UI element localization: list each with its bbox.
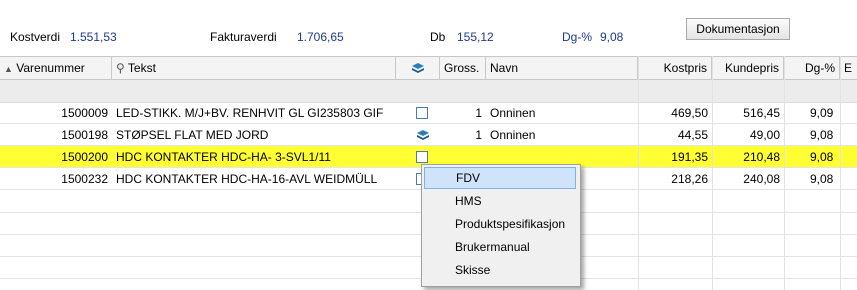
col-kostpris[interactable]: Kostpris xyxy=(638,57,712,79)
dokumentasjon-button[interactable]: Dokumentasjon xyxy=(686,18,790,40)
cell-tekst: STØPSEL FLAT MED JORD xyxy=(116,128,269,142)
db-value: 155,12 xyxy=(457,30,494,44)
cell-kostpris: 469,50 xyxy=(671,106,708,120)
col-doc[interactable] xyxy=(396,57,440,79)
col-varenummer[interactable]: ▲ Varenummer xyxy=(0,57,112,79)
kostverdi-label: Kostverdi xyxy=(10,30,61,44)
col-kundepris[interactable]: Kundepris xyxy=(712,57,784,79)
fakturaverdi-label: Fakturaverdi xyxy=(210,30,277,44)
cell-navn: Onninen xyxy=(490,128,536,142)
cell-kundepris: 240,08 xyxy=(743,172,780,186)
cell-kundepris: 49,00 xyxy=(749,128,780,142)
cell-kostpris: 191,35 xyxy=(671,150,708,164)
col-tekst[interactable]: ⚲ Tekst xyxy=(112,57,396,79)
menu-item-skisse[interactable]: Skisse xyxy=(424,259,576,281)
column-divider xyxy=(840,56,841,290)
col-tekst-label: Tekst xyxy=(127,61,156,75)
cell-varenummer: 1500232 xyxy=(61,172,108,186)
document-header-icon xyxy=(411,63,425,77)
search-icon: ⚲ xyxy=(116,61,125,75)
db-label: Db xyxy=(430,30,446,44)
cell-varenummer: 1500009 xyxy=(61,106,108,120)
cell-kostpris: 218,26 xyxy=(671,172,708,186)
col-navn[interactable]: Navn xyxy=(486,57,638,79)
filter-row xyxy=(0,80,857,103)
cell-varenummer: 1500200 xyxy=(61,150,108,164)
col-varenummer-label: Varenummer xyxy=(16,61,85,75)
checkbox-icon[interactable] xyxy=(412,102,432,124)
cell-gross: 1 xyxy=(475,128,482,142)
cell-varenummer: 1500198 xyxy=(61,128,108,142)
cell-tekst: LED-STIKK. M/J+BV. RENHVIT GL GI235803 G… xyxy=(116,106,384,120)
cell-tekst: HDC KONTAKTER HDC-HA-16-AVL WEIDMÜLL xyxy=(116,172,378,186)
cell-gross: 1 xyxy=(475,106,482,120)
col-extra[interactable]: E xyxy=(840,57,857,79)
documentation-context-menu: FDV HMS Produktspesifikasjon Brukermanua… xyxy=(421,164,581,287)
cell-tekst: HDC KONTAKTER HDC-HA- 3-SVL1/11 xyxy=(116,150,331,164)
table-row[interactable]: 1500198 STØPSEL FLAT MED JORD 1 Onninen … xyxy=(0,124,857,146)
dg-label: Dg-% xyxy=(562,30,593,44)
menu-item-produktspesifikasjon[interactable]: Produktspesifikasjon xyxy=(424,213,576,235)
kostverdi-value: 1.551,53 xyxy=(70,30,117,44)
table-header: ▲ Varenummer ⚲ Tekst Gross. Navn Kostpri… xyxy=(0,56,857,80)
cell-kundepris: 516,45 xyxy=(743,106,780,120)
column-divider xyxy=(638,56,639,290)
column-divider xyxy=(712,56,713,290)
summary-bar: Kostverdi 1.551,53 Fakturaverdi 1.706,65… xyxy=(0,0,857,52)
col-dg[interactable]: Dg-% xyxy=(784,57,840,79)
cell-kostpris: 44,55 xyxy=(677,128,708,142)
col-gross[interactable]: Gross. xyxy=(440,57,486,79)
dg-value: 9,08 xyxy=(600,30,624,44)
menu-item-hms[interactable]: HMS xyxy=(424,190,576,212)
menu-item-fdv[interactable]: FDV xyxy=(424,167,576,189)
column-divider xyxy=(784,56,785,290)
cell-navn: Onninen xyxy=(490,106,536,120)
cell-kundepris: 210,48 xyxy=(743,150,780,164)
sort-ascending-icon: ▲ xyxy=(4,64,13,74)
menu-item-brukermanual[interactable]: Brukermanual xyxy=(424,236,576,258)
fakturaverdi-value: 1.706,65 xyxy=(297,30,344,44)
table-row[interactable]: 1500009 LED-STIKK. M/J+BV. RENHVIT GL GI… xyxy=(0,102,857,124)
document-icon[interactable] xyxy=(412,124,436,146)
